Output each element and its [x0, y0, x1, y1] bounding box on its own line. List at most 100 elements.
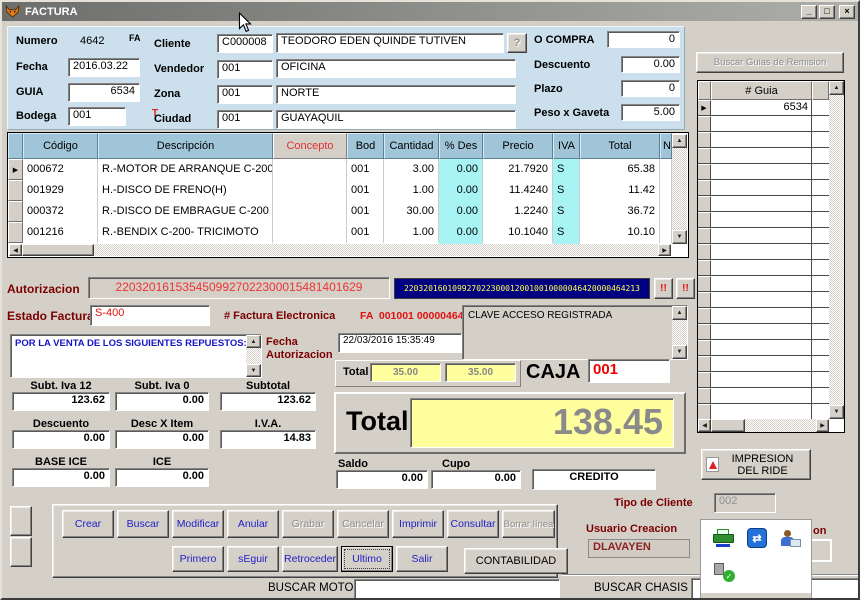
row-selector[interactable]: [698, 196, 711, 211]
cell-guia[interactable]: [711, 212, 812, 227]
crear-button[interactable]: Crear: [62, 510, 114, 538]
scroll-down-button[interactable]: ▼: [246, 364, 261, 377]
zona-codigo-input[interactable]: 001: [217, 85, 273, 104]
cell-concepto[interactable]: [273, 180, 347, 201]
cell-guia[interactable]: [711, 356, 812, 371]
detalle-row[interactable]: 001216 R.-BENDIX C-200- TRICIMOTO 001 1.…: [8, 222, 672, 243]
row-selector[interactable]: [8, 201, 23, 222]
caja-input[interactable]: 001: [588, 359, 670, 383]
scroll-up-button[interactable]: ▲: [829, 81, 844, 95]
row-selector[interactable]: [698, 340, 711, 355]
cell-descripcion[interactable]: R.-MOTOR DE ARRANQUE C-200: [98, 159, 273, 180]
col-iva[interactable]: IVA: [553, 133, 580, 159]
modificar-button[interactable]: Modificar: [172, 510, 224, 538]
cell-pdes[interactable]: 0.00: [439, 201, 483, 222]
leyenda-box[interactable]: POR LA VENTA DE LOS SIGUIENTES REPUESTOS…: [10, 334, 262, 378]
cell-cantidad[interactable]: 1.00: [384, 222, 439, 243]
borrar-linea-button[interactable]: Borrar línea: [502, 510, 555, 538]
row-selector[interactable]: [698, 308, 711, 323]
ciudad-nombre-input[interactable]: GUAYAQUIL: [276, 110, 516, 129]
cell[interactable]: [812, 324, 829, 339]
cell-iva[interactable]: S: [553, 159, 580, 180]
buscar-motor-input[interactable]: [354, 579, 560, 599]
teamviewer-icon[interactable]: ⇄: [747, 528, 767, 548]
row-selector[interactable]: ▶: [698, 100, 711, 115]
peso-gaveta-input[interactable]: 5.00: [621, 104, 680, 121]
row-selector[interactable]: [698, 356, 711, 371]
cell[interactable]: [812, 116, 829, 131]
col-pdes[interactable]: % Des: [439, 133, 483, 159]
cell-guia[interactable]: [711, 180, 812, 195]
cell-pdes[interactable]: 0.00: [439, 222, 483, 243]
vendedor-codigo-input[interactable]: 001: [217, 60, 273, 79]
cell-concepto[interactable]: [273, 222, 347, 243]
cell-extra[interactable]: [660, 180, 672, 201]
imprimir-button[interactable]: Imprimir: [392, 510, 444, 538]
cliente-nombre-input[interactable]: TEODORO EDEN QUINDE TUTIVEN: [276, 33, 504, 53]
cell[interactable]: [812, 164, 829, 179]
autorizacion-numero-field[interactable]: 2203201615354509927022300015481401629: [88, 277, 390, 299]
cell-descripcion[interactable]: H.-DISCO DE FRENO(H): [98, 180, 273, 201]
guia-row[interactable]: [698, 228, 829, 244]
cell-guia[interactable]: [711, 372, 812, 387]
ciudad-codigo-input[interactable]: 001: [217, 110, 273, 129]
scroll-up-button[interactable]: ▲: [672, 306, 687, 320]
col-bod[interactable]: Bod: [347, 133, 384, 159]
cell-precio[interactable]: 11.4240: [483, 180, 553, 201]
cell-total[interactable]: 36.72: [580, 201, 660, 222]
buscar-guias-button[interactable]: Buscar Guias de Remision: [696, 52, 844, 73]
scroll-track[interactable]: [94, 244, 658, 256]
cell-pdes[interactable]: 0.00: [439, 180, 483, 201]
cell-guia[interactable]: [711, 196, 812, 211]
cell[interactable]: [812, 372, 829, 387]
ultimo-button[interactable]: Ultimo: [341, 546, 393, 572]
cell-guia[interactable]: [711, 228, 812, 243]
cell-total[interactable]: 10.10: [580, 222, 660, 243]
scroll-up-button[interactable]: ▲: [246, 335, 261, 348]
guia-row[interactable]: [698, 292, 829, 308]
col-concepto[interactable]: Concepto: [273, 133, 347, 159]
scroll-down-button[interactable]: ▼: [672, 345, 687, 359]
row-selector[interactable]: [8, 180, 23, 201]
scroll-track[interactable]: [745, 419, 816, 432]
guia-row[interactable]: [698, 324, 829, 340]
title-bar[interactable]: FACTURA _ □ ×: [2, 2, 858, 21]
cell-concepto[interactable]: [273, 159, 347, 180]
cell-iva[interactable]: S: [553, 180, 580, 201]
cell-iva[interactable]: S: [553, 222, 580, 243]
guia-row[interactable]: [698, 116, 829, 132]
row-selector[interactable]: [698, 116, 711, 131]
fecha-autorizacion-input[interactable]: 22/03/2016 15:35:49: [338, 333, 462, 353]
cell-iva[interactable]: S: [553, 201, 580, 222]
cell[interactable]: [812, 180, 829, 195]
cell[interactable]: [812, 244, 829, 259]
cell-total[interactable]: 65.38: [580, 159, 660, 180]
estado-factura-input[interactable]: S-400: [90, 305, 210, 326]
scroll-right-button[interactable]: ▶: [816, 419, 829, 432]
grabar-button[interactable]: Grabar: [282, 510, 334, 538]
row-selector[interactable]: [698, 372, 711, 387]
cell-total[interactable]: 11.42: [580, 180, 660, 201]
row-selector[interactable]: ▶: [8, 159, 23, 180]
scroll-down-button[interactable]: ▼: [829, 405, 844, 419]
impresion-ride-button[interactable]: IMPRESION DEL RIDE: [701, 449, 811, 480]
cell-pdes[interactable]: 0.00: [439, 159, 483, 180]
guia-vertical-scrollbar[interactable]: ▲ ▼: [829, 81, 844, 419]
leyenda-scrollbar[interactable]: ▲ ▼: [246, 335, 261, 377]
guia-row[interactable]: [698, 196, 829, 212]
cell-guia[interactable]: [711, 276, 812, 291]
guia-row[interactable]: [698, 132, 829, 148]
cell[interactable]: [812, 356, 829, 371]
cell-descripcion[interactable]: R.-BENDIX C-200- TRICIMOTO: [98, 222, 273, 243]
row-selector[interactable]: [698, 132, 711, 147]
cell-guia[interactable]: 6534: [711, 100, 812, 115]
cell-bod[interactable]: 001: [347, 201, 384, 222]
cell[interactable]: [812, 148, 829, 163]
clave-scrollbar[interactable]: ▲ ▼: [672, 306, 687, 359]
scroll-left-button[interactable]: ◀: [9, 244, 22, 256]
cell[interactable]: [812, 292, 829, 307]
guia-row[interactable]: [698, 244, 829, 260]
scroll-thumb[interactable]: [22, 244, 94, 256]
scroll-left-button[interactable]: ◀: [698, 419, 711, 432]
descuento-input[interactable]: 0.00: [621, 56, 680, 73]
